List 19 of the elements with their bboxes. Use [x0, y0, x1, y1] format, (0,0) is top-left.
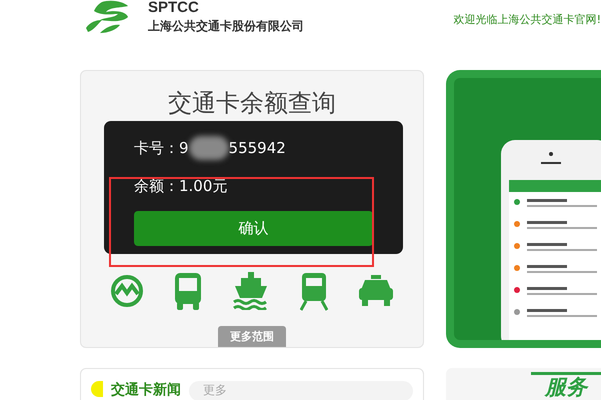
more-range-button[interactable]: 更多范围 [218, 326, 286, 347]
service-title: 服务 [531, 372, 601, 400]
train-icon [300, 271, 328, 311]
card-number-label: 卡号：9 [134, 138, 189, 158]
bus-icon [174, 272, 202, 310]
bullet-icon [91, 381, 103, 397]
brand-name: SPTCC [148, 0, 200, 16]
welcome-text: 欢迎光临上海公共交通卡官网! [454, 12, 601, 27]
balance-text: 余额：1.00元 [134, 176, 228, 196]
card-number-tail: 555942 [228, 139, 286, 157]
metro-icon [110, 274, 144, 308]
news-title: 交通卡新闻 [111, 381, 181, 399]
ship-icon [232, 272, 270, 310]
more-link[interactable]: 更多 [189, 381, 414, 400]
redaction-blur-icon [188, 136, 229, 160]
taxi-icon [358, 275, 394, 307]
card-title: 交通卡余额查询 [168, 88, 336, 119]
confirm-button[interactable]: 确认 [134, 211, 373, 246]
company-name: 上海公共交通卡股份有限公司 [148, 18, 304, 35]
